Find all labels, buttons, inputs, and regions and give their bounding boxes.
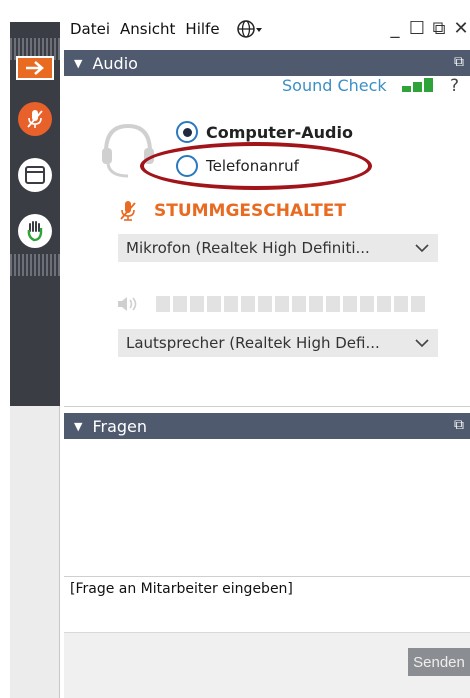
menu-hilfe[interactable]: Hilfe — [185, 20, 219, 38]
speaker-select[interactable]: Lautsprecher (Realtek High Defi... — [118, 329, 438, 357]
level-segment — [275, 296, 289, 312]
menu-datei[interactable]: Datei — [70, 20, 110, 38]
menu-ansicht[interactable]: Ansicht — [120, 20, 175, 38]
level-segment — [190, 296, 204, 312]
collapse-triangle-icon: ▼ — [74, 419, 83, 433]
microphone-muted-icon — [120, 201, 136, 221]
level-segment — [156, 296, 170, 312]
level-segment — [377, 296, 391, 312]
level-segment — [241, 296, 255, 312]
audio-section-header[interactable]: ▼ Audio ⧉ — [64, 50, 470, 76]
fragen-section-header[interactable]: ▼ Fragen ⧉ — [64, 413, 470, 439]
level-segment — [309, 296, 323, 312]
computer-audio-option[interactable]: Computer-Audio — [176, 121, 353, 143]
level-segment — [224, 296, 238, 312]
fragen-title: Fragen — [92, 416, 148, 436]
speaker-select-value: Lautsprecher (Realtek High Defi... — [126, 334, 380, 352]
microphone-muted-icon — [27, 110, 43, 128]
help-button[interactable]: ? — [450, 76, 459, 96]
mute-microphone-button[interactable] — [18, 102, 52, 136]
popout-icon[interactable]: ⧉ — [454, 417, 464, 433]
audio-title: Audio — [92, 53, 138, 73]
left-toolbar — [10, 22, 60, 406]
level-segment — [360, 296, 374, 312]
raise-hand-button[interactable] — [18, 214, 52, 248]
close-button[interactable]: ✕ — [452, 18, 470, 39]
highlight-annotation — [140, 142, 372, 190]
screen-share-button[interactable] — [18, 158, 52, 192]
collapse-triangle-icon: ▼ — [74, 56, 83, 70]
level-segment — [292, 296, 306, 312]
level-segment — [326, 296, 340, 312]
speaker-icon — [118, 297, 137, 311]
level-segment — [394, 296, 408, 312]
question-input[interactable]: [Frage an Mitarbeiter eingeben] — [64, 576, 470, 632]
speaker-level-row — [116, 294, 425, 314]
language-menu[interactable] — [236, 19, 262, 39]
level-segment — [207, 296, 221, 312]
restore-button[interactable]: ⧉ — [430, 18, 448, 39]
speaker-level-meter — [142, 296, 425, 312]
level-segment — [173, 296, 187, 312]
menu-bar: Datei Ansicht Hilfe _ ☐ ⧉ ✕ — [60, 10, 470, 48]
level-segment — [411, 296, 425, 312]
globe-icon — [236, 20, 262, 38]
computer-audio-label: Computer-Audio — [206, 122, 353, 142]
left-panel-background — [10, 406, 60, 698]
raise-hand-icon — [27, 221, 43, 242]
level-segment — [258, 296, 272, 312]
collapse-panel-button[interactable] — [16, 56, 54, 80]
maximize-button[interactable]: ☐ — [408, 18, 426, 39]
arrow-right-icon — [26, 61, 44, 75]
chevron-down-icon — [415, 339, 429, 348]
minimize-button[interactable]: _ — [386, 18, 404, 39]
section-divider — [64, 406, 470, 407]
chevron-down-icon — [415, 244, 429, 253]
level-segment — [343, 296, 357, 312]
sound-check-link[interactable]: Sound Check — [282, 76, 387, 95]
mute-status-row: STUMMGESCHALTET — [118, 199, 346, 223]
signal-strength-icon — [402, 78, 433, 92]
toolbar-grip-bottom — [10, 254, 60, 276]
computer-audio-radio[interactable] — [176, 121, 198, 143]
microphone-select-value: Mikrofon (Realtek High Definiti... — [126, 239, 370, 257]
window-icon — [25, 166, 45, 184]
mute-status-label: STUMMGESCHALTET — [154, 201, 346, 221]
microphone-select[interactable]: Mikrofon (Realtek High Definiti... — [118, 234, 438, 262]
popout-icon[interactable]: ⧉ — [454, 54, 464, 70]
send-button[interactable]: Senden — [408, 648, 470, 676]
window-controls: _ ☐ ⧉ ✕ — [386, 18, 470, 39]
